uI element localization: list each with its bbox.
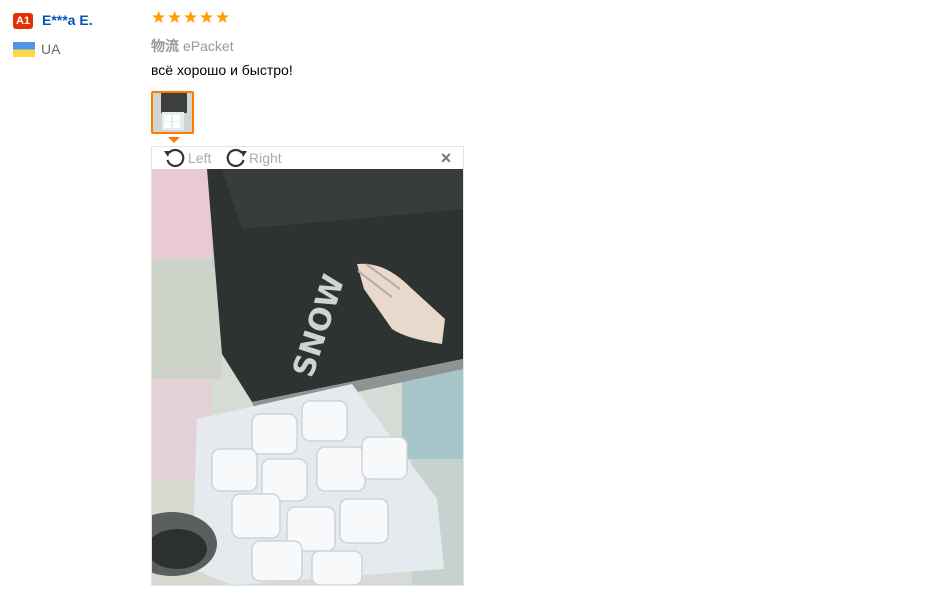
- photo-viewer: Left Right × SNOW: [151, 146, 464, 586]
- thumbnail-image: [153, 93, 192, 132]
- logistics-info: 物流 ePacket: [151, 36, 234, 56]
- star-icon: ★: [167, 8, 183, 27]
- rotate-left-icon: [164, 148, 185, 168]
- review-photo-thumbnail[interactable]: [151, 91, 194, 134]
- star-icon: ★: [215, 8, 231, 27]
- logistics-value: ePacket: [183, 38, 234, 54]
- star-icon: ★: [183, 8, 199, 27]
- review-photo-large: SNOW: [152, 169, 463, 585]
- rotate-left-label: Left: [188, 150, 212, 166]
- thumbnail-pointer: [168, 137, 180, 143]
- review-photo: SNOW: [152, 169, 463, 585]
- rotate-left-button[interactable]: Left: [163, 147, 211, 169]
- viewer-toolbar: Left Right ×: [152, 147, 463, 169]
- rotate-right-label: Right: [249, 150, 282, 166]
- buyer-country: UA: [41, 41, 61, 57]
- rotate-right-icon: [226, 148, 247, 168]
- buyer-level-badge: A1: [13, 13, 33, 29]
- ukraine-flag-icon: [13, 42, 35, 57]
- star-rating: ★ ★ ★ ★ ★: [151, 8, 231, 28]
- review-text: всё хорошо и быстро!: [151, 62, 293, 78]
- star-icon: ★: [151, 8, 167, 27]
- close-icon[interactable]: ×: [438, 149, 454, 167]
- buyer-name[interactable]: E***a E.: [42, 12, 93, 28]
- rotate-right-button[interactable]: Right: [224, 147, 282, 169]
- star-icon: ★: [199, 8, 215, 27]
- logistics-label: 物流: [151, 38, 179, 54]
